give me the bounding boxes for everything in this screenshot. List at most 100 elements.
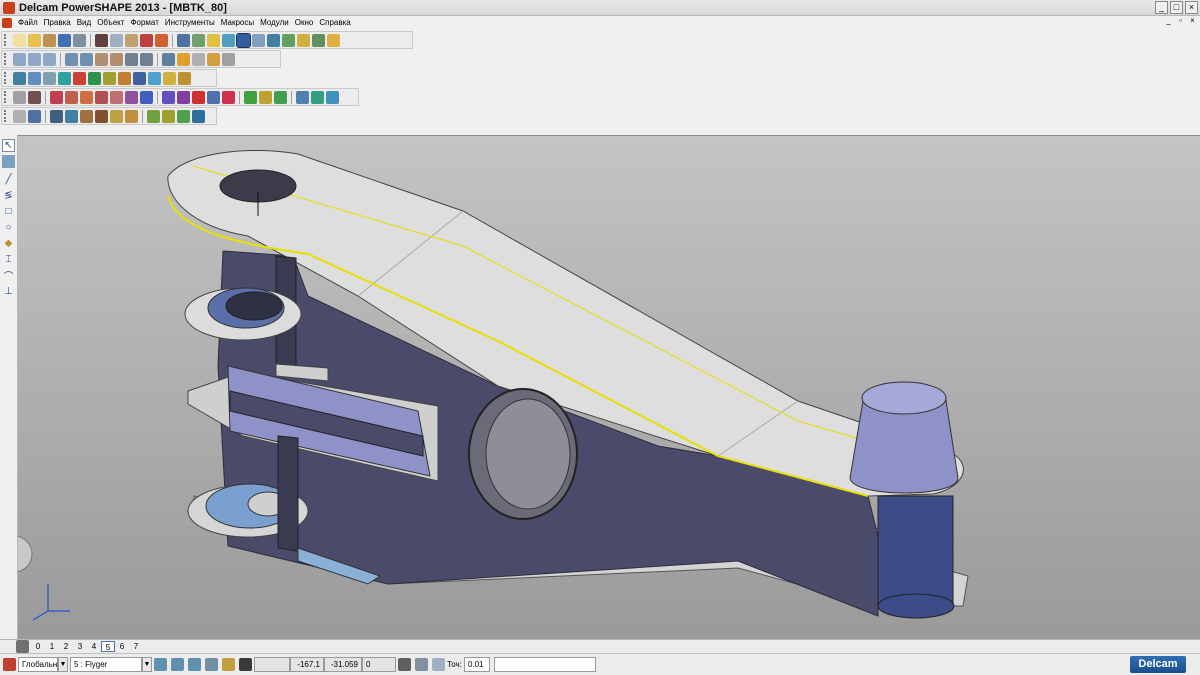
select-box-icon[interactable] [2, 155, 15, 168]
view-side-icon[interactable] [43, 52, 56, 66]
menu-view[interactable]: Вид [74, 18, 94, 27]
box-icon[interactable] [118, 71, 131, 85]
polyline-icon[interactable]: ≶ [2, 189, 15, 202]
level-3[interactable]: 3 [73, 641, 87, 652]
sweep-icon[interactable] [80, 90, 93, 104]
cube-icon[interactable] [103, 71, 116, 85]
transform-icon[interactable] [274, 90, 287, 104]
level-1[interactable]: 1 [45, 641, 59, 652]
measure-icon[interactable] [192, 33, 205, 47]
level-7[interactable]: 7 [129, 641, 143, 652]
view-iso-icon[interactable] [65, 52, 78, 66]
close-panel-icon[interactable] [13, 90, 26, 104]
menu-help[interactable]: Справка [316, 18, 353, 27]
ungroup-icon[interactable] [125, 109, 138, 123]
view-iso2-icon[interactable] [80, 52, 93, 66]
menu-macros[interactable]: Макросы [218, 18, 257, 27]
snap-point-icon[interactable] [188, 658, 201, 671]
grid-icon[interactable] [239, 658, 252, 671]
boolean-icon[interactable] [133, 71, 146, 85]
toolbar-grip[interactable] [4, 110, 9, 122]
zoom-out-icon[interactable] [110, 52, 123, 66]
loft-icon[interactable] [95, 90, 108, 104]
settings-icon[interactable] [13, 109, 26, 123]
shaded-wire-icon[interactable] [192, 52, 205, 66]
minimize-button[interactable]: _ [1155, 1, 1168, 14]
analysis-icon[interactable] [296, 90, 309, 104]
x-axis-icon[interactable] [28, 109, 41, 123]
curve-icon[interactable] [267, 33, 280, 47]
intersect-icon[interactable] [192, 90, 205, 104]
ball-icon[interactable] [73, 71, 86, 85]
solid-tool-icon[interactable]: ◆ [2, 237, 15, 250]
shaded-icon[interactable] [177, 52, 190, 66]
surface-icon[interactable] [312, 33, 325, 47]
redo-icon[interactable] [177, 33, 190, 47]
scale-icon[interactable] [80, 109, 93, 123]
fillet-icon[interactable] [178, 71, 191, 85]
level-dropdown-icon[interactable]: ▼ [142, 657, 152, 672]
smart-cursor-icon[interactable] [222, 658, 235, 671]
blend-icon[interactable] [177, 109, 190, 123]
menu-tools[interactable]: Инструменты [162, 18, 218, 27]
menu-file[interactable]: Файл [15, 18, 41, 27]
view-top-icon[interactable] [13, 52, 26, 66]
render-icon[interactable] [326, 90, 339, 104]
undo-icon[interactable] [155, 33, 168, 47]
graphics-viewport[interactable] [18, 135, 1200, 639]
workplane-dropdown-icon[interactable]: ▼ [58, 657, 68, 672]
sphere-icon[interactable] [58, 71, 71, 85]
snap-icon[interactable] [154, 658, 167, 671]
text-icon[interactable] [282, 33, 295, 47]
move-icon[interactable] [50, 109, 63, 123]
union-icon[interactable] [162, 90, 175, 104]
offset-icon[interactable] [244, 90, 257, 104]
morph-icon[interactable] [162, 109, 175, 123]
zoom-in-icon[interactable] [95, 52, 108, 66]
dimension-icon[interactable] [297, 33, 310, 47]
line-icon[interactable]: ╱ [2, 173, 15, 186]
toolbar-grip[interactable] [4, 91, 9, 103]
level-5[interactable]: 5 [101, 641, 115, 652]
add-icon[interactable] [222, 90, 235, 104]
extrude-icon[interactable] [50, 90, 63, 104]
tolerance-field[interactable]: 0.01 [463, 657, 490, 672]
solid-icon[interactable] [43, 71, 56, 85]
snap-object-icon[interactable] [205, 658, 218, 671]
level-0[interactable]: 0 [31, 641, 45, 652]
hand-icon[interactable] [222, 52, 235, 66]
arc-icon[interactable]: ⌒ [2, 269, 15, 283]
doc-restore-button[interactable]: ▫ [1175, 16, 1186, 27]
delete-icon[interactable] [140, 33, 153, 47]
save-icon[interactable] [58, 33, 71, 47]
cursor-icon[interactable] [236, 32, 251, 48]
flag-icon[interactable] [28, 90, 41, 104]
toolbar-grip[interactable] [4, 72, 9, 84]
menu-window[interactable]: Окно [292, 18, 317, 27]
doc-close-button[interactable]: × [1187, 16, 1198, 27]
feature-icon[interactable] [148, 71, 161, 85]
snap-grid-icon[interactable] [171, 658, 184, 671]
check-icon[interactable] [311, 90, 324, 104]
new-file-icon[interactable] [13, 33, 26, 47]
circle-tool-icon[interactable]: ○ [2, 221, 15, 234]
circle-icon[interactable] [252, 33, 265, 47]
rectangle-icon[interactable]: □ [2, 205, 15, 218]
zoom-fit-icon[interactable] [140, 52, 153, 66]
layers-icon[interactable] [16, 640, 29, 653]
paste-icon[interactable] [125, 33, 138, 47]
level-4[interactable]: 4 [87, 641, 101, 652]
toolbar-grip[interactable] [4, 53, 9, 65]
menu-edit[interactable]: Правка [41, 18, 74, 27]
units-icon[interactable] [415, 658, 428, 671]
tree-icon[interactable] [13, 71, 26, 85]
workplane-field[interactable]: Глобальна [18, 657, 62, 672]
electrode-icon[interactable] [192, 109, 205, 123]
draft-icon[interactable] [125, 90, 138, 104]
cut-solid-icon[interactable] [140, 90, 153, 104]
toolbar-grip[interactable] [4, 34, 9, 46]
zoom-box-icon[interactable] [125, 52, 138, 66]
workplane-status-icon[interactable] [3, 658, 16, 671]
dimension-tool-icon[interactable]: ⊥ [2, 285, 15, 298]
selection-icon[interactable] [207, 33, 220, 47]
